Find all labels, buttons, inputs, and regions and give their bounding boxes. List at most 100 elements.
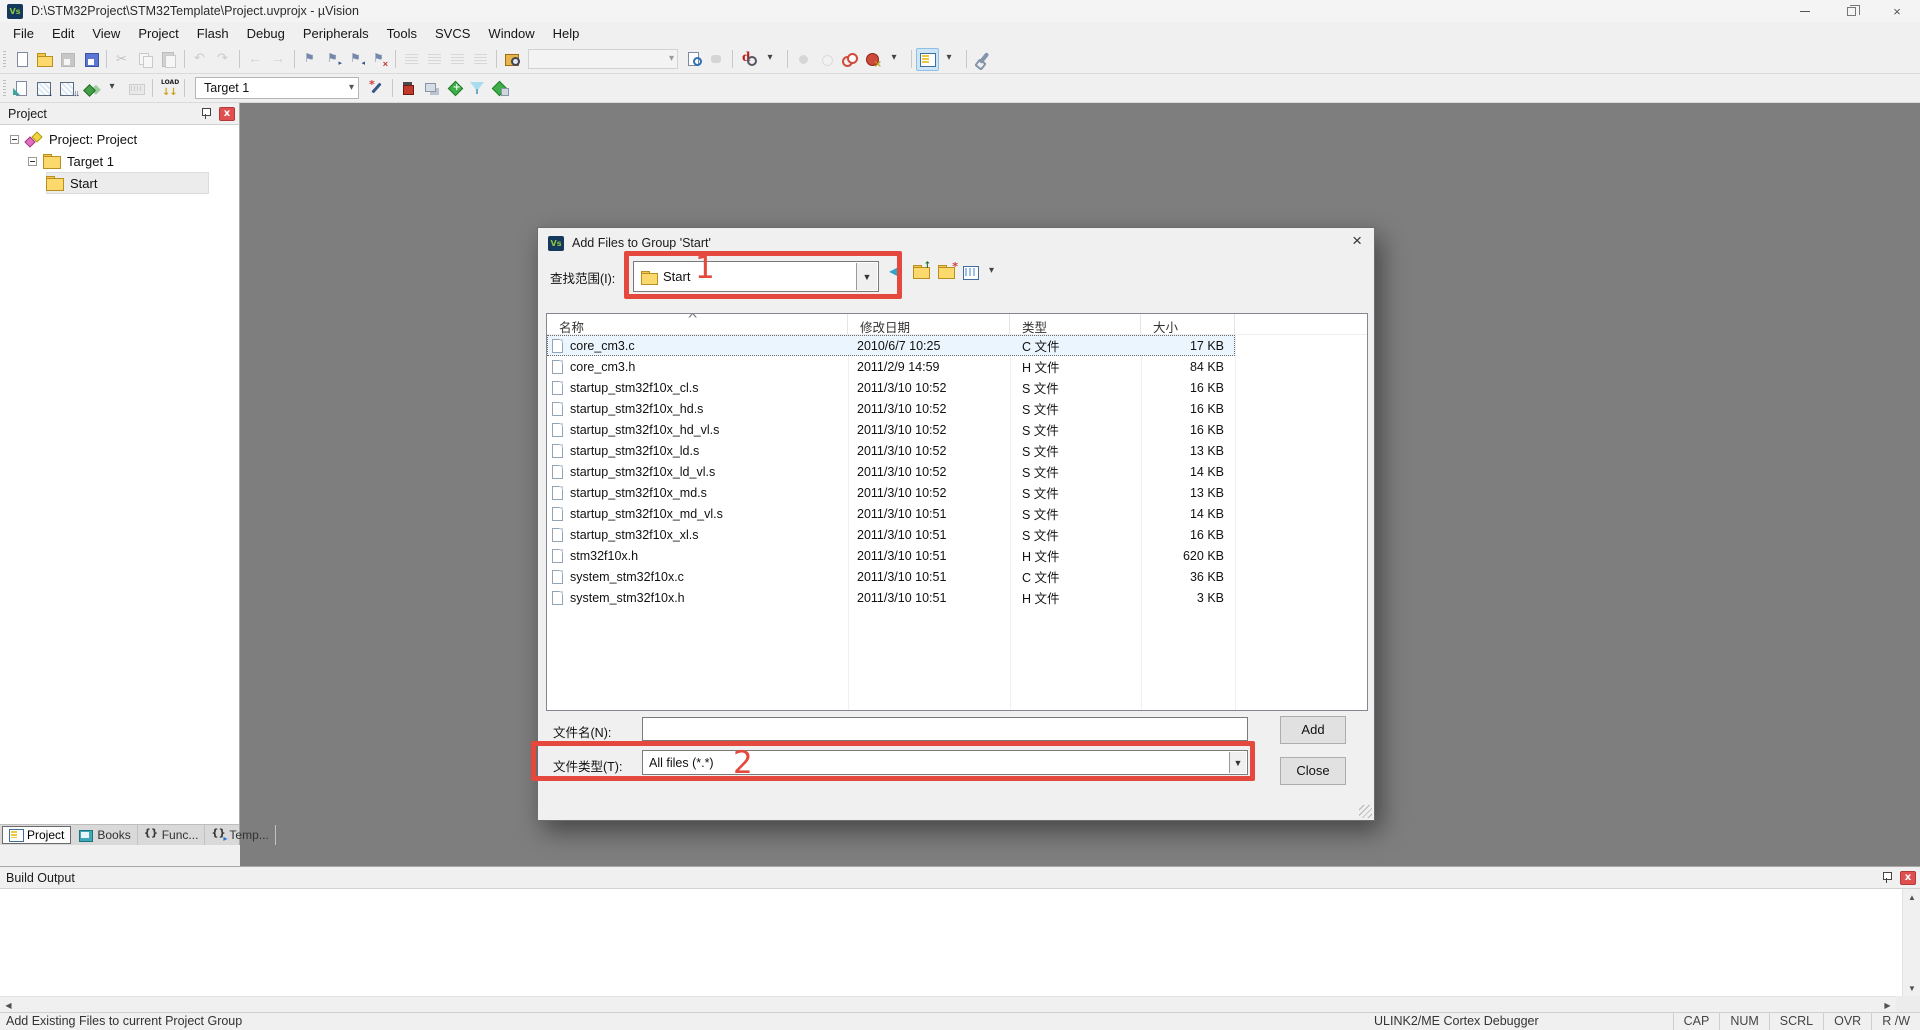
undo-button[interactable] bbox=[189, 48, 212, 71]
restore-button[interactable] bbox=[1828, 0, 1874, 22]
file-row[interactable]: startup_stm32f10x_ld.s 2011/3/10 10:52 S 文… bbox=[547, 440, 1235, 461]
file-row[interactable]: startup_stm32f10x_md_vl.s 2011/3/10 10:51… bbox=[547, 503, 1235, 524]
tree-item-project-project[interactable]: Project: Project bbox=[0, 128, 239, 150]
menu-item-window[interactable]: Window bbox=[479, 23, 543, 44]
kill-breakpoints-button[interactable] bbox=[861, 48, 884, 71]
file-row[interactable]: startup_stm32f10x_xl.s 2011/3/10 10:51 S 文… bbox=[547, 524, 1235, 545]
bookmark-clear-button[interactable] bbox=[368, 48, 391, 71]
dialog-close-icon[interactable]: × bbox=[1352, 232, 1362, 249]
file-row[interactable]: system_stm32f10x.h 2011/3/10 10:51 H 文件 3 K… bbox=[547, 587, 1235, 608]
horizontal-scrollbar[interactable]: ◀ ▶ bbox=[0, 996, 1896, 1013]
menu-item-peripherals[interactable]: Peripherals bbox=[294, 23, 378, 44]
vertical-scrollbar[interactable]: ▲ ▼ bbox=[1902, 889, 1920, 996]
target-select[interactable]: Target 1 ▾ bbox=[195, 77, 359, 99]
search-combobox[interactable]: ▾ bbox=[528, 49, 678, 69]
window-layout-button[interactable] bbox=[916, 47, 939, 71]
caret-button[interactable] bbox=[939, 48, 962, 71]
bookmark-next-button[interactable] bbox=[322, 48, 345, 71]
tab-temp[interactable]: Temp... bbox=[205, 825, 276, 845]
caret-button[interactable] bbox=[884, 48, 907, 71]
nav-forward-button[interactable] bbox=[267, 48, 290, 71]
close-dialog-button[interactable]: Close bbox=[1280, 757, 1346, 785]
caret-button[interactable] bbox=[760, 48, 783, 71]
build-output-close-icon[interactable]: x bbox=[1900, 870, 1916, 885]
outdent-button[interactable] bbox=[423, 48, 446, 71]
nav-back-button[interactable] bbox=[244, 48, 267, 71]
file-list[interactable]: 名称 修改日期 类型 大小 ^ core_cm3.c 2010/6/7 10:25 C 文… bbox=[546, 313, 1368, 711]
caret-icon[interactable] bbox=[988, 264, 1006, 280]
build-output-content[interactable] bbox=[0, 889, 1902, 996]
breakpoint-gray-button[interactable] bbox=[792, 48, 815, 71]
menu-item-view[interactable]: View bbox=[83, 23, 129, 44]
menu-item-project[interactable]: Project bbox=[129, 23, 187, 44]
file-row[interactable]: startup_stm32f10x_cl.s 2011/3/10 10:52 S 文… bbox=[547, 377, 1235, 398]
rebuild-button[interactable] bbox=[56, 77, 79, 100]
manage-project-items-button[interactable] bbox=[397, 77, 420, 100]
save-button[interactable] bbox=[56, 48, 79, 71]
menu-item-debug[interactable]: Debug bbox=[238, 23, 294, 44]
pack-installer-button[interactable] bbox=[489, 77, 512, 100]
menu-item-help[interactable]: Help bbox=[544, 23, 589, 44]
redo-button[interactable] bbox=[212, 48, 235, 71]
dlg-newfolder-icon[interactable]: * bbox=[938, 260, 958, 280]
new-file-button[interactable] bbox=[10, 48, 33, 71]
menu-item-edit[interactable]: Edit bbox=[43, 23, 83, 44]
scroll-right-icon[interactable]: ▶ bbox=[1879, 997, 1896, 1013]
file-row[interactable]: startup_stm32f10x_hd.s 2011/3/10 10:52 S 文… bbox=[547, 398, 1235, 419]
file-row[interactable]: core_cm3.c 2010/6/7 10:25 C 文件 17 KB bbox=[547, 335, 1235, 356]
copy-button[interactable] bbox=[134, 48, 157, 71]
bookmark-prev-button[interactable] bbox=[345, 48, 368, 71]
target-options-button[interactable] bbox=[365, 77, 388, 100]
find-next-button[interactable] bbox=[682, 48, 705, 71]
comment-button[interactable] bbox=[446, 48, 469, 71]
dlg-views-icon[interactable] bbox=[963, 264, 981, 280]
indent-button[interactable] bbox=[400, 48, 423, 71]
tab-project[interactable]: Project bbox=[2, 826, 72, 844]
column-header-0[interactable]: 名称 bbox=[547, 314, 848, 335]
menu-item-file[interactable]: File bbox=[4, 23, 43, 44]
tab-books[interactable]: Books bbox=[73, 825, 138, 845]
collapse-icon[interactable] bbox=[10, 134, 19, 144]
build-button[interactable] bbox=[33, 77, 56, 100]
configure-button[interactable] bbox=[971, 48, 994, 71]
open-folder-button[interactable] bbox=[33, 48, 56, 71]
file-name-input[interactable] bbox=[642, 717, 1248, 741]
menu-item-tools[interactable]: Tools bbox=[378, 23, 426, 44]
file-row[interactable]: core_cm3.h 2011/2/9 14:59 H 文件 84 KB bbox=[547, 356, 1235, 377]
file-row[interactable]: startup_stm32f10x_md.s 2011/3/10 10:52 S 文… bbox=[547, 482, 1235, 503]
breakpoint-toggle-button[interactable] bbox=[838, 48, 861, 71]
tree-item-target-1[interactable]: Target 1 bbox=[0, 150, 239, 172]
column-header-3[interactable]: 大小 bbox=[1141, 314, 1235, 335]
uncomment-button[interactable] bbox=[469, 48, 492, 71]
find-in-files-button[interactable] bbox=[501, 48, 524, 71]
tab-func[interactable]: Func... bbox=[138, 825, 206, 845]
column-header-2[interactable]: 类型 bbox=[1010, 314, 1141, 335]
close-button[interactable]: × bbox=[1874, 0, 1920, 22]
scroll-left-icon[interactable]: ◀ bbox=[0, 997, 17, 1013]
pin-icon[interactable] bbox=[201, 107, 211, 120]
paste-button[interactable] bbox=[157, 48, 180, 71]
dlg-up-icon[interactable]: ↑ bbox=[913, 261, 931, 280]
file-row[interactable]: stm32f10x.h 2011/3/10 10:51 H 文件 620 KB bbox=[547, 545, 1235, 566]
file-row[interactable]: system_stm32f10x.c 2011/3/10 10:51 C 文件 36 … bbox=[547, 566, 1235, 587]
pin-icon[interactable] bbox=[1882, 871, 1892, 884]
stop-build-button[interactable] bbox=[125, 77, 148, 100]
select-packs-button[interactable] bbox=[466, 77, 489, 100]
bookmark-toggle-button[interactable] bbox=[299, 48, 322, 71]
translate-button[interactable] bbox=[10, 77, 33, 100]
menu-item-flash[interactable]: Flash bbox=[188, 23, 238, 44]
file-row[interactable]: startup_stm32f10x_hd_vl.s 2011/3/10 10:52… bbox=[547, 419, 1235, 440]
batch-build-button[interactable] bbox=[79, 77, 102, 100]
breakpoint-outline-button[interactable] bbox=[815, 48, 838, 71]
minimize-button[interactable] bbox=[1782, 0, 1828, 22]
cut-button[interactable] bbox=[111, 48, 134, 71]
caret-button[interactable] bbox=[102, 77, 125, 100]
add-button[interactable]: Add bbox=[1280, 716, 1346, 744]
menu-item-svcs[interactable]: SVCS bbox=[426, 23, 479, 44]
multi-project-button[interactable] bbox=[420, 77, 443, 100]
scroll-up-icon[interactable]: ▲ bbox=[1903, 889, 1920, 905]
browse-button[interactable] bbox=[705, 48, 728, 71]
download-button[interactable] bbox=[157, 77, 180, 100]
resize-grip[interactable] bbox=[1359, 805, 1372, 818]
save-all-button[interactable] bbox=[79, 48, 102, 71]
